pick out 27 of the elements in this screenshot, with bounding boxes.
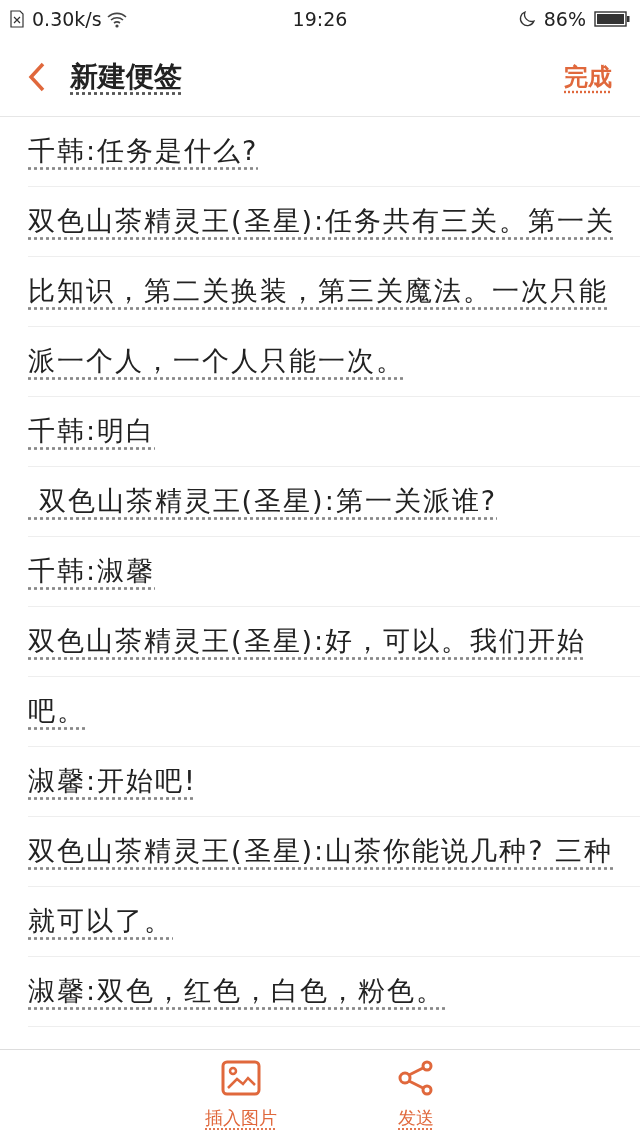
note-line: 双色山茶精灵王(圣星):任务共有三关。第一关 <box>28 205 616 236</box>
sim-icon <box>10 10 24 28</box>
note-line: 千韩:淑馨 <box>28 555 156 586</box>
note-line: 吧。 <box>28 695 86 726</box>
insert-image-button[interactable]: 插入图片 <box>205 1060 277 1131</box>
note-line: 就可以了。 <box>28 905 173 936</box>
note-line: 淑馨:开始吧! <box>28 765 197 796</box>
note-line: 派一个人，一个人只能一次。 <box>28 345 405 376</box>
note-line: 双色山茶精灵王(圣星):山茶你能说几种? 三种 <box>28 835 614 866</box>
note-line: 双色山茶精灵王(圣星):第一关派谁? <box>37 485 498 516</box>
note-line: 淑馨:双色，红色，白色，粉色。 <box>28 975 446 1006</box>
page-title: 新建便签 <box>70 59 182 95</box>
moon-icon <box>517 10 536 28</box>
network-speed: 0.30k/s <box>32 6 102 32</box>
battery-percent: 86% <box>543 6 586 32</box>
note-line: 千韩:明白 <box>28 415 156 446</box>
note-line: 比知识，第二关换装，第三关魔法。一次只能 <box>28 275 608 306</box>
done-button[interactable]: 完成 <box>564 59 612 95</box>
image-icon <box>221 1060 261 1096</box>
note-line: 双色山茶精灵王(圣星):好，可以。我们开始 <box>28 625 587 656</box>
wifi-icon <box>105 10 128 28</box>
clock: 19:26 <box>292 6 348 32</box>
battery-icon <box>594 10 630 28</box>
back-icon[interactable] <box>28 62 46 92</box>
share-icon <box>397 1060 435 1096</box>
send-button[interactable]: 发送 <box>397 1060 435 1131</box>
note-line: 千韩:任务是什么? <box>28 135 259 166</box>
